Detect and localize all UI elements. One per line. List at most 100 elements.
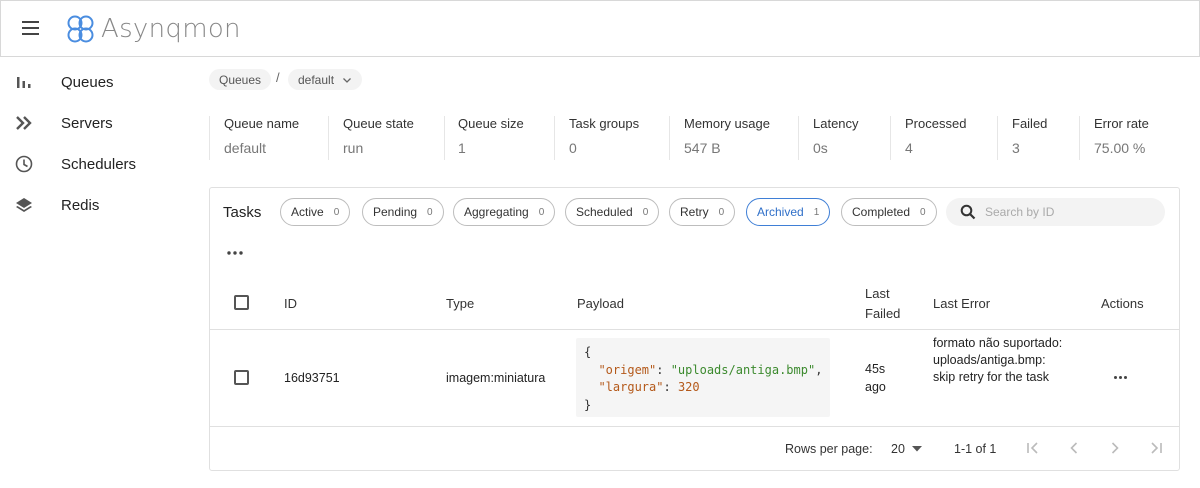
tab-count: 0 (920, 206, 926, 218)
bar-chart-icon (17, 77, 31, 88)
sidebar-item-queues[interactable]: Queues (0, 64, 200, 100)
stat-value: 3 (1012, 140, 1020, 156)
payload-brace-open: { (584, 345, 592, 359)
tab-label: Archived (757, 205, 804, 219)
dropdown-arrow-icon (912, 446, 923, 452)
clock-icon (15, 155, 33, 173)
payload-brace-close: } (584, 397, 592, 412)
task-id[interactable]: 16d93751 (284, 371, 340, 385)
rows-per-page-select[interactable]: 20 (891, 442, 923, 456)
column-header-actions: Actions (1101, 296, 1144, 311)
asynqmon-logo-icon (67, 15, 94, 43)
stat-divider (890, 116, 891, 160)
stat-value: 4 (905, 140, 913, 156)
tasks-title: Tasks (223, 204, 262, 221)
tab-aggregating[interactable]: Aggregating 0 (453, 198, 556, 226)
tab-count: 0 (538, 206, 545, 218)
breadcrumb-queues[interactable]: Queues (209, 69, 272, 90)
stat-task-groups: Task groups 0 (569, 116, 639, 160)
breadcrumb-separator: / (276, 70, 280, 85)
payload-key: "origem" (598, 362, 657, 377)
stat-divider (209, 116, 210, 160)
column-header-id: ID (284, 296, 297, 311)
stat-divider (444, 116, 445, 160)
stat-label: Memory usage (684, 116, 770, 131)
stat-label: Latency (813, 116, 859, 131)
tab-scheduled[interactable]: Scheduled 0 (565, 198, 660, 226)
tab-retry[interactable]: Retry 0 (669, 198, 736, 226)
rows-per-page-value: 20 (891, 442, 905, 456)
tab-count: 0 (427, 206, 433, 218)
stat-value: 547 B (684, 140, 721, 156)
row-actions-icon[interactable] (1114, 376, 1128, 380)
column-header-last-error: Last Error (933, 296, 991, 311)
tab-label: Retry (680, 205, 709, 219)
stat-divider (328, 116, 329, 160)
header-divider (210, 329, 1179, 330)
app-title: Asynqmon (101, 14, 241, 44)
breadcrumb-current-label: default (298, 72, 335, 87)
stat-label: Queue name (224, 116, 300, 131)
payload-key: "largura" (598, 380, 664, 394)
stat-divider (798, 116, 799, 160)
stat-value: default (224, 140, 267, 156)
stat-queue-name: Queue name default (224, 116, 299, 160)
tab-active[interactable]: Active 0 (280, 198, 351, 226)
stat-divider (554, 116, 555, 160)
stat-label: Task groups (569, 116, 640, 131)
stat-label: Queue state (343, 116, 414, 131)
app-bar: Asynqmon (0, 0, 1200, 57)
column-header-payload: Payload (577, 296, 624, 311)
tab-count: 1 (813, 206, 820, 218)
search-box[interactable] (946, 198, 1165, 226)
task-payload: { "origem": "uploads/antiga.bmp", "largu… (576, 338, 830, 417)
last-error: formato não suportado: uploads/antiga.bm… (933, 336, 1063, 385)
tab-count: 0 (333, 206, 340, 218)
pagination-range: 1-1 of 1 (954, 442, 997, 456)
last-failed-line2: ago (865, 380, 886, 394)
tab-count: 0 (718, 206, 725, 218)
payload-value: "uploads/antiga.bmp" (670, 362, 816, 377)
search-icon (960, 204, 976, 220)
hamburger-menu-icon[interactable] (22, 21, 42, 37)
previous-page-icon[interactable] (1066, 440, 1082, 456)
stat-processed: Processed 4 (905, 116, 966, 160)
last-failed-line1: 45s (865, 362, 886, 376)
stat-divider (669, 116, 670, 160)
tab-archived[interactable]: Archived 1 (746, 198, 831, 226)
more-options-icon[interactable] (226, 246, 244, 258)
tab-label: Scheduled (576, 205, 633, 219)
sidebar-item-schedulers[interactable]: Schedulers (0, 146, 200, 182)
tab-pending[interactable]: Pending 0 (362, 198, 444, 226)
stat-value: 75.00 % (1094, 140, 1146, 156)
sidebar-item-redis[interactable]: Redis (0, 187, 200, 223)
tab-label: Pending (373, 205, 418, 219)
sidebar-item-label: Queues (61, 73, 114, 91)
stat-queue-state: Queue state run (343, 116, 414, 160)
breadcrumb-current-queue[interactable]: default (288, 69, 363, 90)
payload-value: 320 (677, 380, 700, 394)
sidebar-item-label: Schedulers (61, 155, 137, 173)
row-divider (210, 426, 1179, 427)
stat-error-rate: Error rate 75.00 % (1094, 116, 1149, 160)
sidebar: Queues Servers Schedulers Redis (0, 57, 200, 488)
select-all-checkbox[interactable] (234, 295, 249, 310)
stat-label: Processed (905, 116, 967, 131)
stat-divider (997, 116, 998, 160)
sidebar-item-servers[interactable]: Servers (0, 105, 200, 141)
stat-queue-size: Queue size 1 (458, 116, 524, 160)
row-checkbox[interactable] (234, 370, 249, 385)
tab-completed[interactable]: Completed 0 (841, 198, 937, 226)
column-header-type: Type (446, 296, 475, 311)
stat-value: 0 (569, 140, 577, 156)
sidebar-item-label: Redis (61, 196, 100, 214)
stat-failed: Failed 3 (1012, 116, 1047, 160)
first-page-icon[interactable] (1025, 440, 1041, 456)
double-chevron-right-icon (16, 116, 32, 130)
stat-label: Failed (1012, 116, 1048, 131)
next-page-icon[interactable] (1107, 440, 1123, 456)
search-input[interactable] (985, 203, 1155, 221)
last-page-icon[interactable] (1148, 440, 1164, 456)
layers-icon (16, 198, 32, 212)
stat-memory-usage: Memory usage 547 B (684, 116, 770, 160)
